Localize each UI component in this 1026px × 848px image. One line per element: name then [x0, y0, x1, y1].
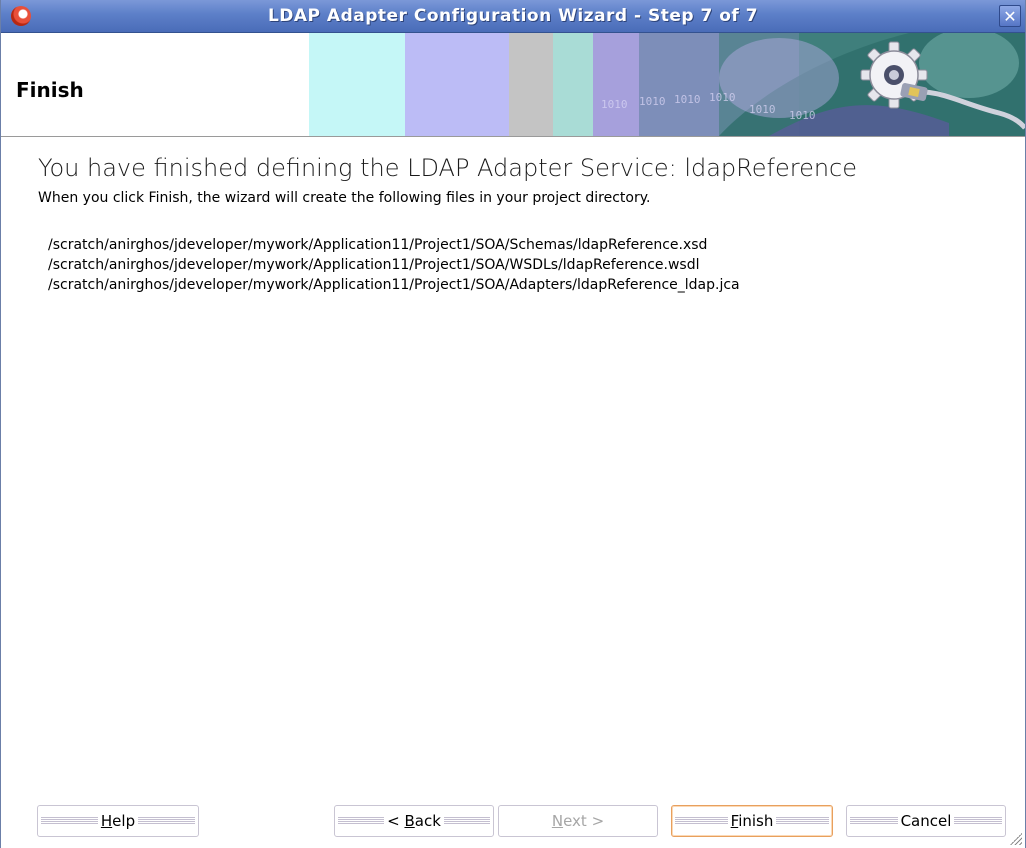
resize-grip-icon[interactable] — [1010, 833, 1022, 845]
page-title: Finish — [16, 78, 84, 102]
svg-text:1010: 1010 — [789, 109, 816, 122]
wizard-window: LDAP Adapter Configuration Wizard - Step… — [0, 0, 1026, 848]
gear-plug-banner: 1010 1010 1010 1010 1010 1010 — [309, 33, 1025, 136]
svg-text:1010: 1010 — [749, 103, 776, 116]
file-path-item: /scratch/anirghos/jdeveloper/mywork/Appl… — [48, 257, 700, 273]
generated-files-list: /scratch/anirghos/jdeveloper/mywork/Appl… — [48, 235, 740, 295]
svg-text:1010: 1010 — [601, 98, 628, 111]
title-bar[interactable]: LDAP Adapter Configuration Wizard - Step… — [1, 0, 1025, 33]
help-button[interactable]: Help — [37, 805, 199, 837]
next-button[interactable]: Next > — [498, 805, 658, 837]
finish-button[interactable]: Finish — [671, 805, 833, 837]
svg-text:1010: 1010 — [674, 93, 701, 106]
wizard-header: Finish 1010 1010 1010 1010 1010 1010 — [1, 33, 1025, 137]
summary-headline: You have finished defining the LDAP Adap… — [38, 154, 858, 182]
svg-text:1010: 1010 — [709, 91, 736, 104]
file-path-item: /scratch/anirghos/jdeveloper/mywork/Appl… — [48, 277, 740, 293]
file-path-item: /scratch/anirghos/jdeveloper/mywork/Appl… — [48, 237, 708, 253]
back-button[interactable]: < Back — [334, 805, 494, 837]
wizard-content: You have finished defining the LDAP Adap… — [1, 137, 1025, 777]
cancel-button[interactable]: Cancel — [846, 805, 1006, 837]
summary-description: When you click Finish, the wizard will c… — [38, 190, 651, 206]
close-icon[interactable]: ✕ — [999, 5, 1021, 27]
window-title: LDAP Adapter Configuration Wizard - Step… — [267, 6, 759, 26]
svg-text:1010: 1010 — [639, 95, 666, 108]
